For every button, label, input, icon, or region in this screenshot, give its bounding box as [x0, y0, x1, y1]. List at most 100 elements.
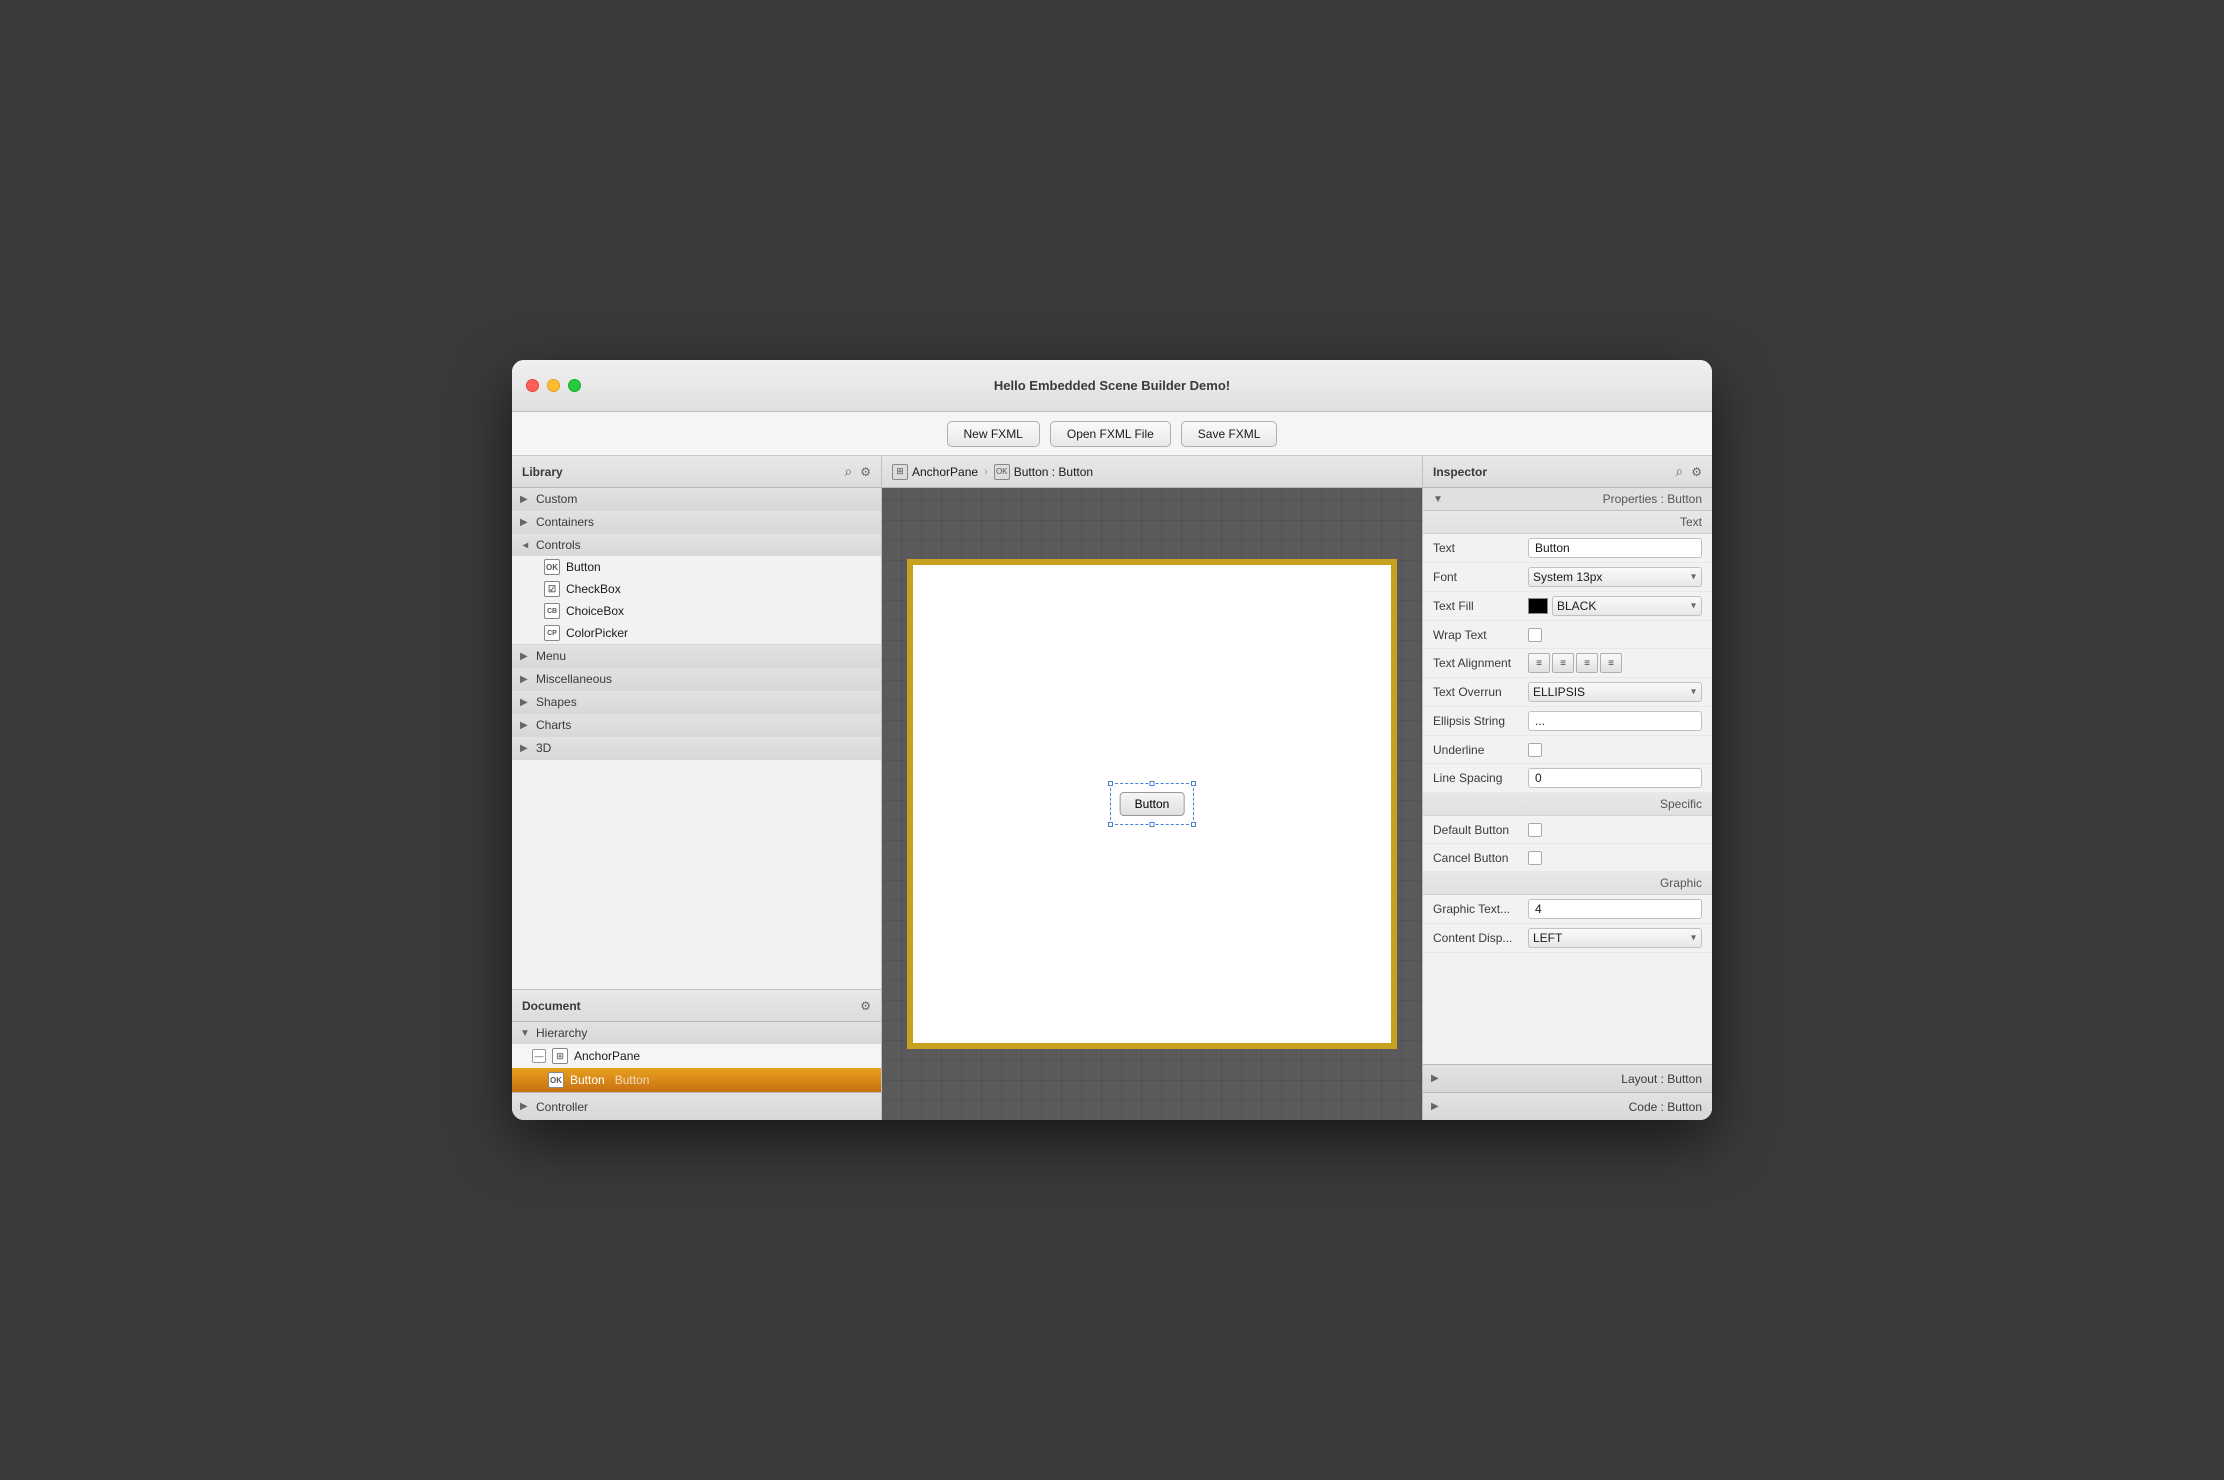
button-breadcrumb-icon: OK: [994, 464, 1010, 480]
text-input[interactable]: [1528, 538, 1702, 558]
underline-checkbox[interactable]: [1528, 743, 1542, 757]
default-button-label: Default Button: [1433, 823, 1528, 837]
library-section-header-charts[interactable]: ▶ Charts: [512, 714, 881, 736]
controller-bar[interactable]: ▶ Controller: [512, 1092, 881, 1120]
library-section-header-misc[interactable]: ▶ Miscellaneous: [512, 668, 881, 690]
new-fxml-button[interactable]: New FXML: [947, 421, 1040, 447]
graphic-text-label: Graphic Text...: [1433, 902, 1528, 916]
document-header: Document ⚙: [512, 990, 881, 1022]
code-footer-row[interactable]: ▶ Code : Button: [1423, 1092, 1712, 1120]
canvas-area: ⊞ AnchorPane › OK Button : Button: [882, 456, 1422, 1120]
button-item-label: Button: [566, 560, 601, 574]
shapes-arrow-icon: ▶: [520, 697, 528, 708]
library-section-header-containers[interactable]: ▶ Containers: [512, 511, 881, 533]
checkbox-item-label: CheckBox: [566, 582, 621, 596]
content-disp-select[interactable]: LEFT: [1528, 928, 1702, 948]
content-disp-label: Content Disp...: [1433, 931, 1528, 945]
canvas-frame: Button: [907, 559, 1397, 1049]
line-spacing-label: Line Spacing: [1433, 771, 1528, 785]
library-item-choicebox[interactable]: CB ChoiceBox: [512, 600, 881, 622]
canvas-container[interactable]: Button: [882, 488, 1422, 1120]
wrap-text-checkbox[interactable]: [1528, 628, 1542, 642]
inspector-row-content-disp: Content Disp... LEFT: [1423, 924, 1712, 953]
handle-top-right: [1191, 781, 1196, 786]
line-spacing-input[interactable]: [1528, 768, 1702, 788]
font-label: Font: [1433, 570, 1528, 584]
library-section-header-shapes[interactable]: ▶ Shapes: [512, 691, 881, 713]
controls-label: Controls: [536, 538, 581, 552]
text-fill-label: Text Fill: [1433, 599, 1528, 613]
cancel-button-label: Cancel Button: [1433, 851, 1528, 865]
underline-label: Underline: [1433, 743, 1528, 757]
inspector-row-cancel-button: Cancel Button: [1423, 844, 1712, 872]
close-button[interactable]: [526, 379, 539, 392]
window-title: Hello Embedded Scene Builder Demo!: [994, 378, 1230, 393]
inspector-search-button[interactable]: ⌕: [1675, 463, 1683, 480]
library-section-custom: ▶ Custom: [512, 488, 881, 511]
graphic-text-input[interactable]: [1528, 899, 1702, 919]
canvas-button[interactable]: Button: [1120, 792, 1185, 816]
document-actions: ⚙: [860, 999, 871, 1013]
inspector-row-underline: Underline: [1423, 736, 1712, 764]
3d-arrow-icon: ▶: [520, 743, 528, 754]
checkbox-item-icon: ☑: [544, 581, 560, 597]
choicebox-item-icon: CB: [544, 603, 560, 619]
library-list: ▶ Custom ▶ Containers ▼ Controls: [512, 488, 881, 989]
misc-arrow-icon: ▶: [520, 674, 528, 685]
library-gear-button[interactable]: ⚙: [860, 465, 871, 479]
document-gear-button[interactable]: ⚙: [860, 999, 871, 1013]
specific-section-title: Specific: [1423, 793, 1712, 816]
minimize-button[interactable]: [547, 379, 560, 392]
breadcrumb-anchorpane[interactable]: ⊞ AnchorPane: [892, 464, 978, 480]
default-button-control: [1528, 823, 1702, 837]
handle-bottom-middle: [1150, 822, 1155, 827]
library-section-header-controls[interactable]: ▼ Controls: [512, 534, 881, 556]
breadcrumb-anchorpane-label: AnchorPane: [912, 465, 978, 479]
colorpicker-item-icon: CP: [544, 625, 560, 641]
inspector-header: Inspector ⌕ ⚙: [1423, 456, 1712, 488]
hierarchy-item-anchorpane[interactable]: — ⊞ AnchorPane: [512, 1044, 881, 1068]
ellipsis-string-input[interactable]: [1528, 711, 1702, 731]
cancel-button-checkbox[interactable]: [1528, 851, 1542, 865]
containers-label: Containers: [536, 515, 594, 529]
align-right-button[interactable]: ≡: [1576, 653, 1598, 673]
inspector-row-line-spacing: Line Spacing: [1423, 764, 1712, 793]
library-search-button[interactable]: ⌕: [844, 463, 852, 480]
inspector-gear-button[interactable]: ⚙: [1691, 465, 1702, 479]
align-left-button[interactable]: ≡: [1528, 653, 1550, 673]
button-icon: OK: [548, 1072, 564, 1088]
maximize-button[interactable]: [568, 379, 581, 392]
breadcrumb-button-label: Button : Button: [1014, 465, 1093, 479]
inspector-row-ellipsis: Ellipsis String: [1423, 707, 1712, 736]
library-item-button[interactable]: OK Button: [512, 556, 881, 578]
custom-arrow-icon: ▶: [520, 494, 528, 505]
anchorpane-collapse-button[interactable]: —: [532, 1049, 546, 1063]
menu-arrow-icon: ▶: [520, 651, 528, 662]
save-fxml-button[interactable]: Save FXML: [1181, 421, 1278, 447]
library-section-header-custom[interactable]: ▶ Custom: [512, 488, 881, 510]
breadcrumb: ⊞ AnchorPane › OK Button : Button: [882, 456, 1422, 488]
open-fxml-button[interactable]: Open FXML File: [1050, 421, 1171, 447]
text-overrun-select[interactable]: ELLIPSIS: [1528, 682, 1702, 702]
default-button-checkbox[interactable]: [1528, 823, 1542, 837]
code-footer-label: Code : Button: [1629, 1100, 1702, 1114]
hierarchy-item-button[interactable]: OK Button Button: [512, 1068, 881, 1092]
library-item-colorpicker[interactable]: CP ColorPicker: [512, 622, 881, 644]
traffic-lights: [526, 379, 581, 392]
layout-footer-row[interactable]: ▶ Layout : Button: [1423, 1064, 1712, 1092]
layout-footer-label: Layout : Button: [1621, 1072, 1702, 1086]
align-center-button[interactable]: ≡: [1552, 653, 1574, 673]
library-section-header-menu[interactable]: ▶ Menu: [512, 645, 881, 667]
color-swatch[interactable]: [1528, 598, 1548, 614]
library-section-header-3d[interactable]: ▶ 3D: [512, 737, 881, 759]
toolbar: New FXML Open FXML File Save FXML: [512, 412, 1712, 456]
library-item-checkbox[interactable]: ☑ CheckBox: [512, 578, 881, 600]
properties-arrow-icon: ▼: [1433, 494, 1443, 505]
library-actions: ⌕ ⚙: [844, 463, 871, 480]
containers-arrow-icon: ▶: [520, 517, 528, 528]
inspector-row-default-button: Default Button: [1423, 816, 1712, 844]
font-select[interactable]: System 13px: [1528, 567, 1702, 587]
breadcrumb-button[interactable]: OK Button : Button: [994, 464, 1093, 480]
text-fill-select[interactable]: BLACK: [1552, 596, 1702, 616]
align-justify-button[interactable]: ≡: [1600, 653, 1622, 673]
